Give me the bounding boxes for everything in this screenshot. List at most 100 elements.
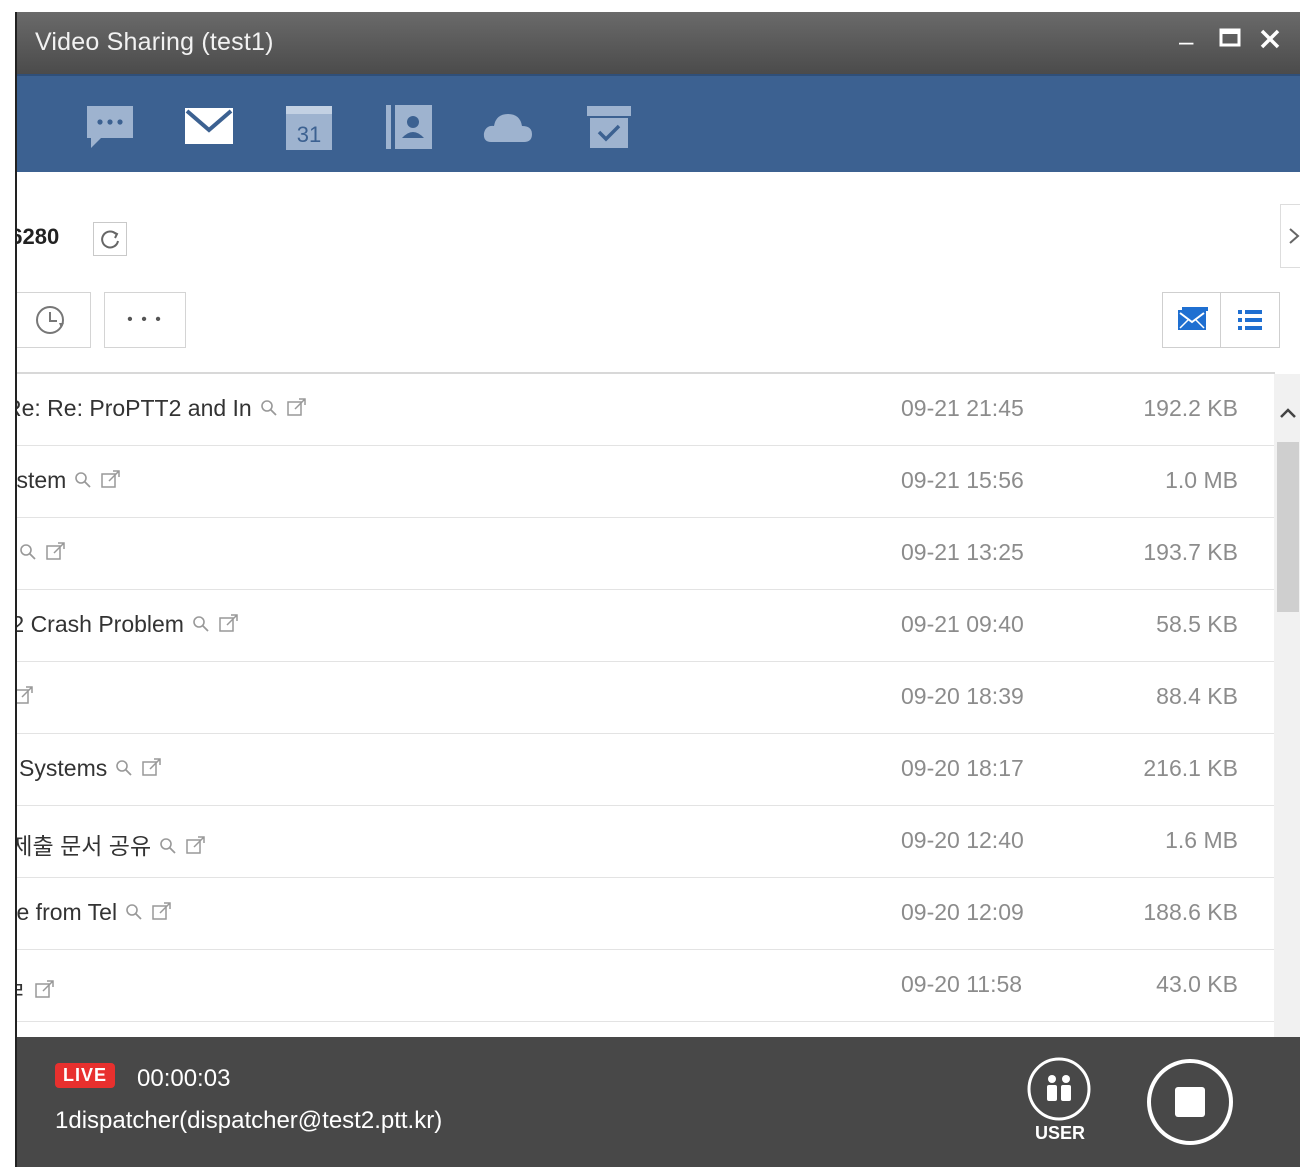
list-view-button[interactable] [1221, 293, 1278, 347]
mail-date: 09-20 12:40 [901, 827, 1024, 853]
open-external-icon[interactable] [100, 468, 122, 496]
mail-subject-cell: ystem [16, 467, 122, 496]
mail-icon[interactable] [183, 102, 237, 152]
close-button[interactable] [1259, 26, 1281, 56]
mail-subject: .2 Crash Problem [15, 611, 184, 637]
window-title: Video Sharing (test1) [35, 28, 274, 56]
mail-date: 09-21 09:40 [901, 611, 1024, 637]
background-edge [0, 0, 16, 1167]
mail-size: 192.2 KB [1143, 395, 1238, 421]
mail-subject-cell: ) Systems [15, 755, 163, 784]
search-icon[interactable] [192, 612, 210, 639]
mail-subject-cell: : [17, 539, 67, 568]
open-external-icon[interactable] [34, 978, 56, 1006]
partial-icon [17, 102, 19, 152]
maximize-button[interactable] [1219, 26, 1241, 56]
mail-size: 58.5 KB [1156, 611, 1238, 637]
mail-row[interactable]: Re: Re: ProPTT2 and In 09-21 21:45 192.2 K… [17, 374, 1274, 446]
clock-icon [36, 306, 64, 334]
mail-subject: Re: Re: ProPTT2 and In [15, 395, 252, 421]
history-button[interactable] [17, 292, 91, 348]
open-external-icon[interactable] [151, 900, 173, 928]
mail-subject-cell [17, 683, 35, 712]
task-icon[interactable] [583, 102, 637, 152]
mail-row[interactable]: .2 Crash Problem 09-21 09:40 58.5 KB [17, 590, 1274, 662]
mail-size: 1.6 MB [1165, 827, 1238, 853]
scroll-up-button[interactable] [1278, 404, 1298, 424]
scroll-thumb[interactable] [1277, 442, 1299, 612]
refresh-icon [101, 230, 119, 249]
mail-row[interactable]: 09-20 18:39 88.4 KB [17, 662, 1274, 734]
view-toggle-group [1162, 292, 1280, 348]
mail-content: '6280 • • • Re: Re: ProPTT2 and In 09-21 … [17, 172, 1300, 1037]
scrollbar[interactable] [1274, 374, 1300, 1037]
title-bar[interactable]: Video Sharing (test1) – [17, 12, 1300, 74]
open-external-icon[interactable] [17, 684, 35, 712]
app-toolbar: 31 [17, 74, 1300, 174]
search-icon[interactable] [260, 396, 278, 423]
user-button[interactable] [1025, 1055, 1093, 1123]
search-icon[interactable] [115, 756, 133, 783]
chat-icon[interactable] [83, 102, 137, 152]
user-button-label: USER [1034, 1123, 1085, 1143]
mail-date: 09-21 21:45 [901, 395, 1024, 421]
users-icon [1027, 1057, 1091, 1121]
mail-row[interactable]: : 09-21 13:25 193.7 KB [17, 518, 1274, 590]
mail-subject: !제출 문서 공유 [15, 833, 152, 859]
chevron-up-icon [1280, 408, 1296, 418]
mail-size: 193.7 KB [1143, 539, 1238, 565]
account-number: '6280 [17, 224, 60, 249]
maximize-icon [1219, 28, 1241, 47]
mail-size: 43.0 KB [1156, 971, 1238, 997]
search-icon[interactable] [159, 834, 177, 861]
mail-list: Re: Re: ProPTT2 and In 09-21 21:45 192.2 K… [17, 374, 1274, 1022]
mail-date: 09-20 11:58 [901, 971, 1023, 997]
search-icon[interactable] [74, 468, 92, 495]
open-external-icon[interactable] [45, 540, 67, 568]
open-external-icon[interactable] [218, 612, 240, 640]
search-icon[interactable] [19, 540, 37, 567]
mail-row[interactable]: !제출 문서 공유 09-20 12:40 1.6 MB [17, 806, 1274, 878]
calendar-icon[interactable]: 31 [283, 102, 337, 152]
stop-button[interactable] [1145, 1057, 1235, 1147]
search-icon[interactable] [125, 900, 143, 927]
mail-subject: ce from Tel [15, 899, 118, 925]
preview-view-button[interactable] [1163, 293, 1221, 347]
contacts-icon[interactable] [383, 102, 437, 152]
mail-row[interactable]: ) Systems 09-20 18:17 216.1 KB [17, 734, 1274, 806]
refresh-button[interactable] [93, 222, 127, 256]
mail-date: 09-21 13:25 [901, 539, 1024, 565]
calendar-day-text: 31 [297, 122, 321, 147]
minimize-button[interactable]: – [1179, 26, 1193, 56]
mail-subject: ystem [16, 467, 67, 493]
mail-subject: ) Systems [15, 755, 108, 781]
mail-size: 88.4 KB [1156, 683, 1238, 709]
mail-subject-cell: !제출 문서 공유 [15, 827, 207, 862]
mail-subject: ㄹ [17, 977, 26, 1003]
open-external-icon[interactable] [286, 396, 308, 424]
mail-date: 09-20 18:39 [901, 683, 1024, 709]
mail-date: 09-20 18:17 [901, 755, 1024, 781]
chevron-right-icon [1289, 228, 1300, 244]
mail-row[interactable]: ce from Tel 09-20 12:09 188.6 KB [17, 878, 1274, 950]
more-label: • • • [127, 311, 163, 328]
cloud-icon[interactable] [481, 102, 535, 152]
session-timer: 00:00:03 [137, 1065, 231, 1092]
mail-subject-cell: ㄹ [17, 971, 56, 1006]
mail-subject-cell: ce from Tel [15, 899, 173, 928]
stop-icon [1147, 1059, 1233, 1145]
expand-panel-button[interactable] [1280, 204, 1300, 268]
live-badge: LIVE [55, 1063, 116, 1088]
open-external-icon[interactable] [141, 756, 163, 784]
mail-subject-cell: .2 Crash Problem [15, 611, 240, 640]
close-icon [1260, 29, 1280, 49]
more-button[interactable]: • • • [104, 292, 186, 348]
mail-size: 188.6 KB [1143, 899, 1238, 925]
open-external-icon[interactable] [185, 834, 207, 862]
mail-row[interactable]: ㄹ 09-20 11:58 43.0 KB [17, 950, 1274, 1022]
mail-subject-cell: Re: Re: ProPTT2 and In [15, 395, 308, 424]
mail-row[interactable]: ystem 09-21 15:56 1.0 MB [17, 446, 1274, 518]
video-sharing-window: Video Sharing (test1) – 31 280 • • • Re:… [15, 12, 1300, 1167]
live-session-bar: LIVE 00:00:03 1dispatcher(dispatcher@tes… [17, 1037, 1300, 1167]
mail-size: 1.0 MB [1165, 467, 1238, 493]
